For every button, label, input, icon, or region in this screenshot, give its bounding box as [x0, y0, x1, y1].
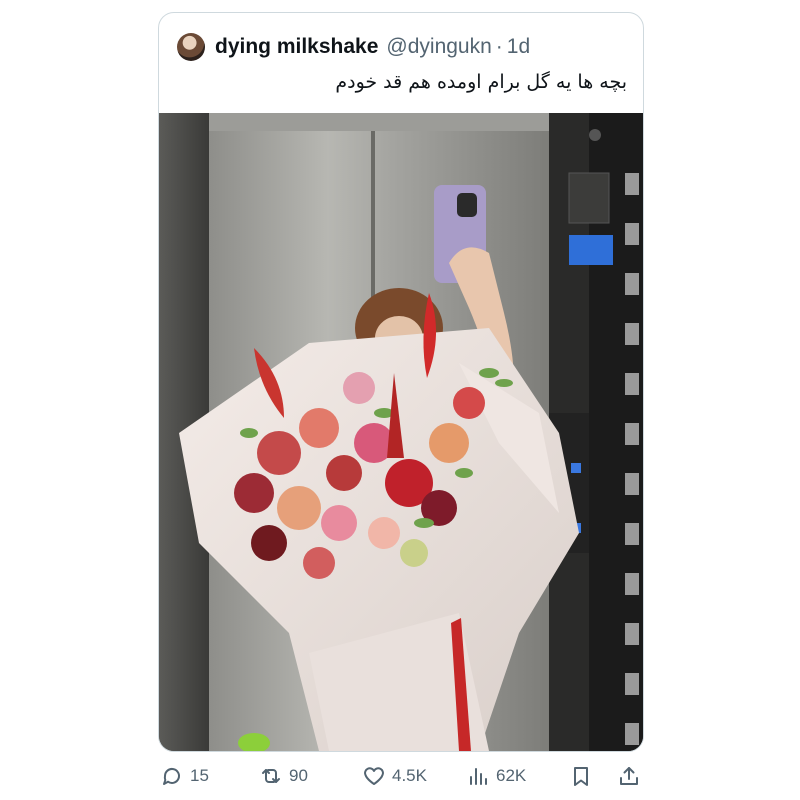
tweet-actions: 15 90 4.5K 62K: [0, 756, 800, 796]
retweet-icon: [262, 769, 280, 783]
tweet-age[interactable]: 1d: [507, 35, 530, 59]
like-count: 4.5K: [392, 766, 427, 785]
reply-button[interactable]: 15: [160, 764, 209, 788]
display-name[interactable]: dying milkshake: [215, 35, 378, 59]
like-button[interactable]: 4.5K: [362, 764, 427, 788]
user-handle[interactable]: @dyingukn: [386, 35, 491, 59]
retweet-button[interactable]: 90: [259, 764, 308, 788]
share-icon: [620, 767, 638, 785]
tweet-header: dying milkshake @dyingukn · 1d بچه ها یه…: [159, 13, 643, 113]
reply-count: 15: [190, 766, 209, 785]
separator-dot: ·: [495, 35, 503, 58]
heart-icon: [364, 767, 384, 785]
retweet-count: 90: [289, 766, 308, 785]
share-button[interactable]: [617, 764, 641, 788]
avatar[interactable]: [177, 33, 205, 61]
reply-icon: [163, 767, 180, 785]
bookmark-button[interactable]: [569, 764, 593, 788]
tweet-text: بچه ها یه گل برام اومده هم قد خودم: [335, 71, 627, 93]
tweet-photo[interactable]: [159, 113, 643, 751]
tweet-card[interactable]: dying milkshake @dyingukn · 1d بچه ها یه…: [158, 12, 644, 752]
views-button[interactable]: 62K: [466, 764, 526, 788]
author-line: dying milkshake @dyingukn · 1d: [215, 33, 530, 61]
bookmark-icon: [574, 767, 588, 786]
view-count: 62K: [496, 766, 527, 785]
views-icon: [470, 768, 487, 785]
